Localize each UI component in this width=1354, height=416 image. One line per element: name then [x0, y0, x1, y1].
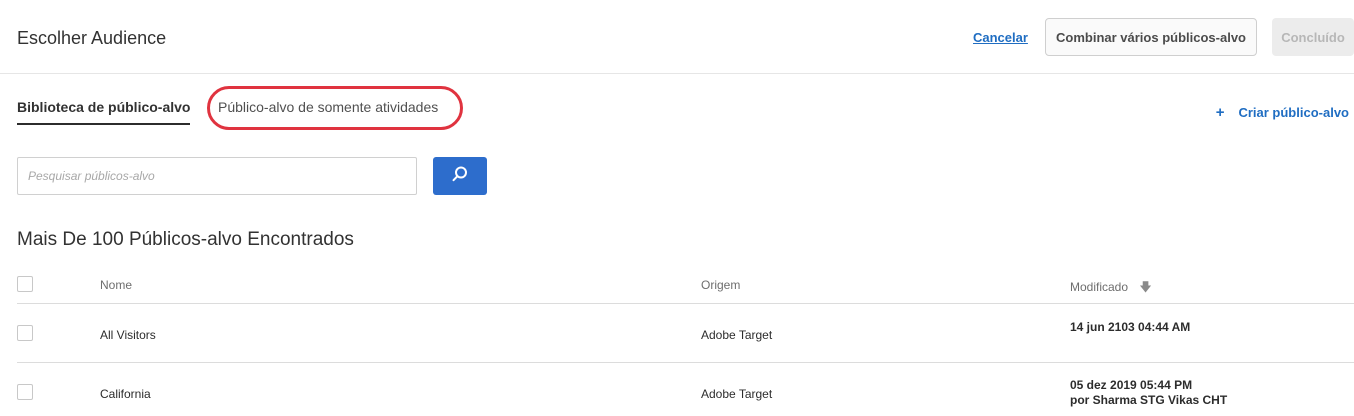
- results-count: Mais De 100 Públicos-alvo Encontrados: [17, 229, 354, 250]
- column-header-name[interactable]: Nome: [100, 278, 132, 292]
- table-row-modified: 14 jun 2103 04:44 AM: [1070, 320, 1190, 335]
- table-row-divider: [17, 362, 1354, 363]
- search-icon: [451, 165, 469, 188]
- column-header-origin[interactable]: Origem: [701, 278, 740, 292]
- select-all-checkbox[interactable]: [17, 276, 33, 292]
- table-row-name[interactable]: All Visitors: [100, 328, 156, 342]
- table-header-divider: [17, 303, 1354, 304]
- arrow-down-icon[interactable]: 🡇: [1139, 278, 1151, 299]
- modified-by: por Sharma STG Vikas CHT: [1070, 393, 1228, 407]
- search-button[interactable]: [433, 157, 487, 195]
- search-input[interactable]: [17, 157, 417, 195]
- create-audience-label: Criar público-alvo: [1238, 105, 1349, 120]
- modified-date: 05 dez 2019 05:44 PM: [1070, 378, 1193, 392]
- modified-date: 14 jun 2103 04:44 AM: [1070, 320, 1191, 334]
- column-header-modified-label: Modificado: [1070, 280, 1129, 294]
- table-row-name[interactable]: California: [100, 387, 151, 401]
- plus-icon: +: [1215, 104, 1225, 121]
- tab-highlight-annotation: [207, 86, 463, 130]
- row-checkbox[interactable]: [17, 384, 33, 400]
- page-header: Escolher Audience Cancelar Combinar vári…: [0, 0, 1354, 74]
- row-checkbox[interactable]: [17, 325, 33, 341]
- page-title: Escolher Audience: [17, 28, 167, 48]
- table-row-origin: Adobe Target: [701, 387, 773, 401]
- tab-audience-library[interactable]: Biblioteca de público-alvo: [17, 99, 191, 125]
- done-button[interactable]: Concluído: [1272, 18, 1354, 56]
- column-header-modified[interactable]: Modificado 🡇: [1070, 278, 1152, 299]
- cancel-link[interactable]: Cancelar: [973, 30, 1028, 45]
- table-row-origin: Adobe Target: [701, 328, 773, 342]
- table-row-modified: 05 dez 2019 05:44 PM por Sharma STG Vika…: [1070, 378, 1227, 408]
- create-audience-link[interactable]: + Criar público-alvo: [1216, 104, 1349, 121]
- combine-audiences-button[interactable]: Combinar vários públicos-alvo: [1045, 18, 1257, 56]
